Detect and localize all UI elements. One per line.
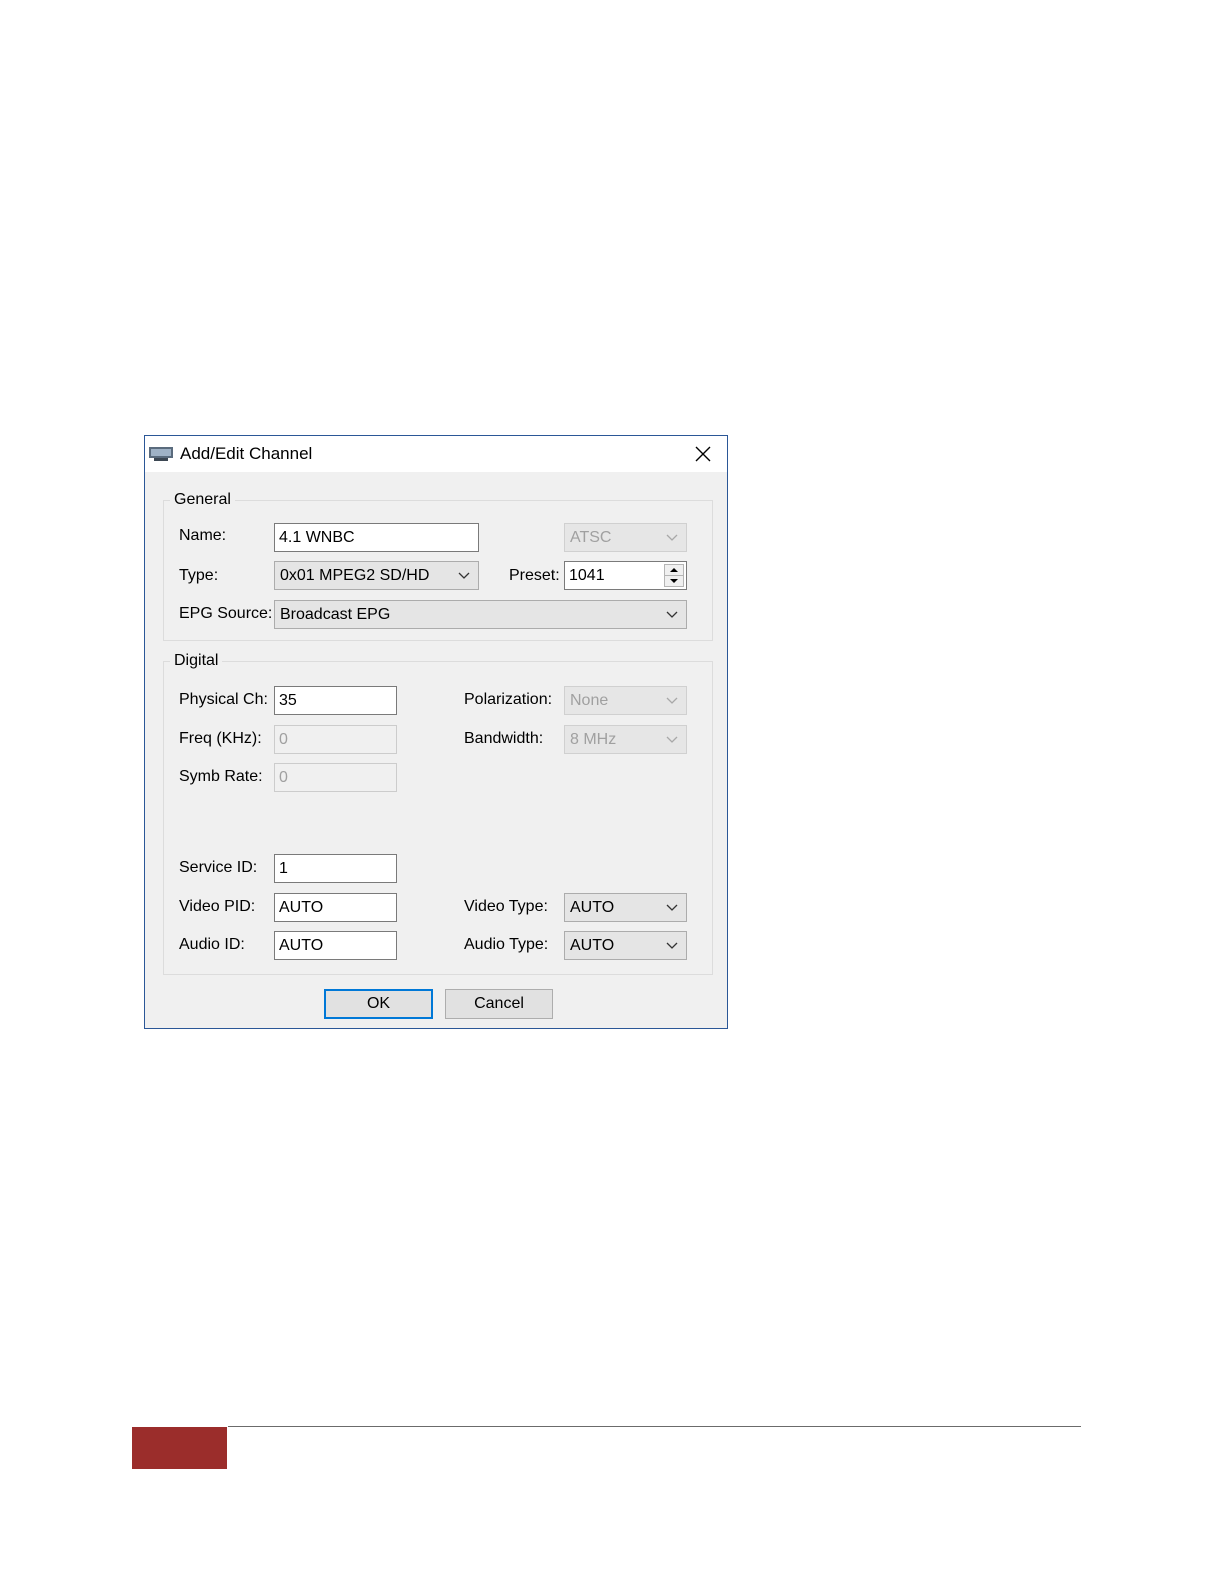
name-field[interactable]: 4.1 WNBC bbox=[274, 523, 479, 552]
preset-label: Preset: bbox=[509, 567, 560, 584]
chevron-down-icon bbox=[458, 572, 470, 579]
add-edit-channel-dialog: Add/Edit Channel General Name: 4.1 WNBC … bbox=[144, 435, 728, 1029]
bandwidth-value: 8 MHz bbox=[570, 731, 617, 748]
type-select[interactable]: 0x01 MPEG2 SD/HD bbox=[274, 561, 479, 590]
name-label: Name: bbox=[179, 527, 227, 544]
audio-id-field[interactable]: AUTO bbox=[274, 931, 397, 960]
polarization-label: Polarization: bbox=[464, 691, 553, 708]
footer-color-block bbox=[132, 1427, 227, 1469]
video-pid-label: Video PID: bbox=[179, 898, 256, 915]
close-icon bbox=[695, 446, 711, 462]
standard-select[interactable]: ATSC bbox=[564, 523, 687, 552]
preset-spinner[interactable]: 1041 bbox=[564, 561, 687, 590]
ok-button[interactable]: OK bbox=[324, 989, 433, 1019]
audio-id-label: Audio ID: bbox=[179, 936, 245, 953]
bandwidth-select[interactable]: 8 MHz bbox=[564, 725, 687, 754]
general-legend: General bbox=[174, 491, 231, 508]
video-pid-field[interactable]: AUTO bbox=[274, 893, 397, 922]
chevron-down-icon bbox=[666, 611, 678, 618]
spin-arrows-icon[interactable] bbox=[664, 564, 684, 587]
type-select-value: 0x01 MPEG2 SD/HD bbox=[280, 567, 430, 584]
symb-rate-label: Symb Rate: bbox=[179, 768, 263, 785]
close-button[interactable] bbox=[685, 440, 721, 468]
preset-value: 1041 bbox=[569, 567, 605, 584]
audio-type-value: AUTO bbox=[570, 937, 615, 954]
service-id-field[interactable]: 1 bbox=[274, 854, 397, 883]
epg-source-label: EPG Source: bbox=[179, 605, 273, 622]
footer-rule bbox=[228, 1426, 1081, 1427]
epg-source-select[interactable]: Broadcast EPG bbox=[274, 600, 687, 629]
dialog-title: Add/Edit Channel bbox=[180, 444, 313, 463]
physical-ch-field[interactable]: 35 bbox=[274, 686, 397, 715]
video-type-select[interactable]: AUTO bbox=[564, 893, 687, 922]
digital-legend: Digital bbox=[174, 652, 219, 669]
type-label: Type: bbox=[179, 567, 219, 584]
video-type-label: Video Type: bbox=[464, 898, 548, 915]
physical-ch-label: Physical Ch: bbox=[179, 691, 268, 708]
chevron-down-icon bbox=[666, 942, 678, 949]
polarization-select[interactable]: None bbox=[564, 686, 687, 715]
title-bar[interactable]: Add/Edit Channel bbox=[145, 436, 727, 472]
bandwidth-label: Bandwidth: bbox=[464, 730, 544, 747]
epg-source-value: Broadcast EPG bbox=[280, 606, 391, 623]
audio-type-label: Audio Type: bbox=[464, 936, 549, 953]
chevron-down-icon bbox=[666, 534, 678, 541]
chevron-down-icon bbox=[666, 736, 678, 743]
video-type-value: AUTO bbox=[570, 899, 615, 916]
symb-rate-field[interactable]: 0 bbox=[274, 763, 397, 792]
freq-label: Freq (KHz): bbox=[179, 730, 262, 747]
chevron-down-icon bbox=[666, 697, 678, 704]
standard-select-value: ATSC bbox=[570, 529, 612, 546]
chevron-down-icon bbox=[666, 904, 678, 911]
tv-app-icon bbox=[149, 447, 173, 461]
cancel-button[interactable]: Cancel bbox=[445, 989, 553, 1019]
freq-field[interactable]: 0 bbox=[274, 725, 397, 754]
service-id-label: Service ID: bbox=[179, 859, 258, 876]
polarization-value: None bbox=[570, 692, 609, 709]
audio-type-select[interactable]: AUTO bbox=[564, 931, 687, 960]
